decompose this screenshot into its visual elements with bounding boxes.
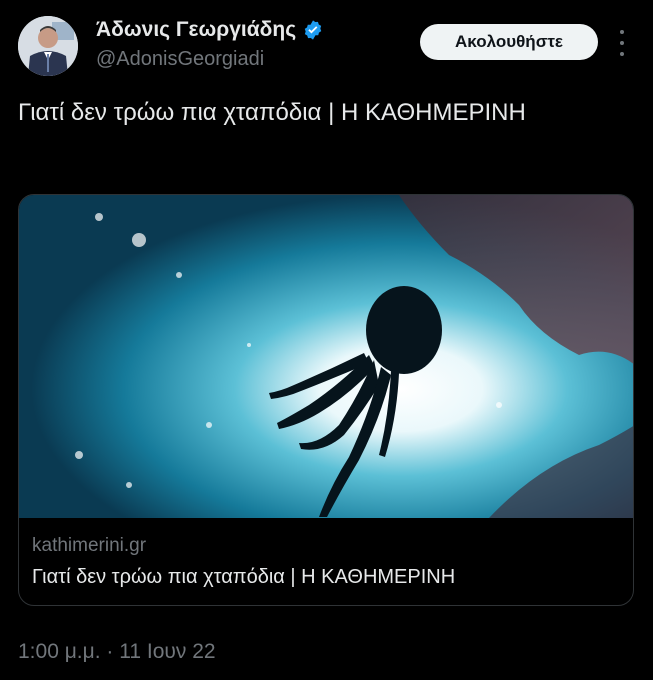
more-vertical-icon[interactable] [612,30,632,56]
tweet-timestamp[interactable]: 1:00 μ.μ. · 11 Ιουν 22 [18,640,216,664]
verified-badge-icon [304,20,322,40]
avatar[interactable] [18,16,78,76]
author-handle[interactable]: @AdonisGeorgiadi [96,48,264,71]
author-name[interactable]: Άδωνις Γεωργιάδης [96,18,296,42]
octopus-photo [19,195,633,518]
card-title: Γιατί δεν τρώω πια χταπόδια | Η ΚΑΘΗΜΕΡΙ… [32,566,456,588]
author-name-row[interactable]: Άδωνις Γεωργιάδης [96,18,324,42]
tweet-text: Γιατί δεν τρώω πια χταπόδια | Η ΚΑΘΗΜΕΡΙ… [18,99,526,126]
avatar-image [18,16,78,76]
link-card[interactable]: kathimerini.gr Γιατί δεν τρώω πια χταπόδ… [18,194,634,606]
card-domain: kathimerini.gr [32,535,147,556]
follow-button[interactable]: Ακολουθήστε [420,24,598,60]
